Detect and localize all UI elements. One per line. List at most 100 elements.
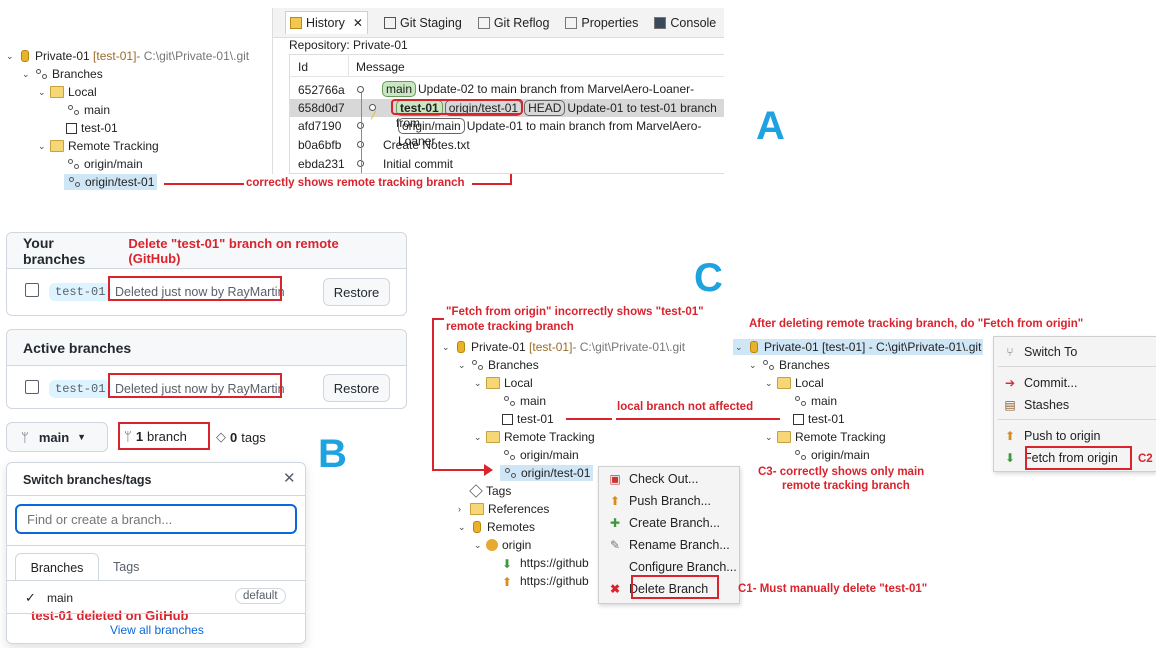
- find-branch-input[interactable]: [15, 504, 297, 534]
- branch-item-main[interactable]: main: [47, 591, 73, 605]
- repository-icon: [750, 341, 758, 353]
- close-icon[interactable]: ✕: [353, 16, 363, 30]
- menu-create-branch[interactable]: ✚ Create Branch...: [599, 512, 739, 534]
- col-message[interactable]: Message: [356, 60, 405, 74]
- tab-git-reflog[interactable]: Git Reflog: [477, 16, 549, 30]
- repository-label: Repository: Private-01: [289, 38, 408, 52]
- tree-c1-origin-test01[interactable]: origin/test-01: [500, 465, 594, 481]
- collapse-arrow-icon[interactable]: ⌄: [458, 522, 470, 533]
- branch-name[interactable]: test-01: [49, 283, 112, 301]
- tab-git-staging[interactable]: Git Staging: [383, 16, 462, 30]
- copy-icon[interactable]: [25, 283, 39, 297]
- tree-a-branches[interactable]: ⌄ Branches: [22, 67, 103, 81]
- tree-c1-fetch-url[interactable]: ⬇ https://github: [502, 556, 589, 571]
- tree-a-repo[interactable]: ⌄ Private-01 [test-01] - C:\git\Private-…: [6, 49, 249, 63]
- table-row[interactable]: b0a6bfb Create Notes.txt: [290, 136, 724, 154]
- tab-branches[interactable]: Branches: [15, 553, 99, 581]
- tree-c2-branches[interactable]: ⌄ Branches: [749, 358, 830, 372]
- tree-c1-remotes[interactable]: ⌄ Remotes: [458, 520, 535, 534]
- checked-out-branch-icon: [66, 122, 77, 134]
- view-all-branches-link[interactable]: View all branches: [110, 623, 204, 637]
- tree-c1-origin[interactable]: ⌄ origin: [474, 538, 531, 552]
- tree-c2-origin-main[interactable]: origin/main: [793, 448, 870, 462]
- collapse-arrow-icon[interactable]: ⌄: [474, 432, 486, 443]
- collapse-arrow-icon[interactable]: ⌄: [22, 69, 34, 80]
- branch-label: main: [84, 103, 111, 117]
- tree-c1-references[interactable]: › References: [458, 502, 549, 516]
- tree-a-test01[interactable]: test-01: [66, 121, 118, 135]
- branch-select-button[interactable]: ᛘ main ▼: [6, 422, 108, 452]
- tree-c2-remote-tracking[interactable]: ⌄ Remote Tracking: [765, 430, 886, 444]
- references-label: References: [488, 502, 550, 516]
- tree-a-remote-tracking[interactable]: ⌄ Remote Tracking: [38, 139, 159, 153]
- tag-count-link[interactable]: ◇ 0 tags: [216, 429, 266, 445]
- collapse-arrow-icon[interactable]: ⌄: [38, 141, 50, 152]
- annotation-c-after: After deleting remote tracking branch, d…: [749, 318, 1084, 330]
- collapse-arrow-icon[interactable]: ⌄: [474, 378, 486, 389]
- menu-rename-branch[interactable]: ✎ Rename Branch...: [599, 534, 739, 556]
- folder-icon: [777, 431, 791, 443]
- close-icon[interactable]: ✕: [283, 469, 296, 487]
- folder-icon: [486, 431, 500, 443]
- branch-name[interactable]: test-01: [49, 380, 112, 398]
- collapse-arrow-icon[interactable]: ⌄: [749, 360, 761, 371]
- annotation-arrow-line: [432, 469, 488, 471]
- col-id[interactable]: Id: [298, 60, 308, 74]
- menu-commit[interactable]: ➔ Commit...: [994, 372, 1156, 394]
- collapse-arrow-icon[interactable]: ⌄: [765, 432, 777, 443]
- tree-c1-origin-main[interactable]: origin/main: [502, 448, 579, 462]
- tree-c2-local[interactable]: ⌄ Local: [765, 376, 824, 390]
- push-icon: ⬆: [1004, 429, 1016, 443]
- table-row[interactable]: afd7190 origin/main Update-01 to main bra…: [290, 117, 724, 148]
- tree-c1-test01[interactable]: test-01: [502, 412, 554, 426]
- branch-icon: [66, 104, 80, 116]
- tree-c1-push-url[interactable]: ⬆ https://github: [502, 574, 589, 589]
- branch-label: test-01: [808, 412, 845, 426]
- collapse-arrow-icon[interactable]: ⌄: [458, 360, 470, 371]
- restore-button[interactable]: Restore: [323, 374, 390, 402]
- highlight-box: [391, 99, 523, 115]
- tab-console[interactable]: Console: [654, 16, 716, 30]
- tree-c2-test01[interactable]: test-01: [793, 412, 845, 426]
- menu-stashes[interactable]: ▤ Stashes: [994, 394, 1156, 416]
- collapse-arrow-icon[interactable]: ⌄: [765, 378, 777, 389]
- collapse-arrow-icon[interactable]: ⌄: [38, 87, 50, 98]
- collapse-arrow-icon[interactable]: ⌄: [735, 342, 747, 353]
- expand-arrow-icon[interactable]: ›: [458, 504, 470, 514]
- tab-properties[interactable]: Properties: [565, 16, 638, 30]
- menu-switch-to[interactable]: ⑂ Switch To: [994, 341, 1156, 363]
- menu-label: Check Out...: [629, 472, 699, 486]
- menu-push-branch[interactable]: ⬆ Push Branch...: [599, 490, 739, 512]
- origin-label: origin: [502, 538, 532, 552]
- repo-path: - C:\git\Private-01\.git: [572, 340, 686, 354]
- tree-a-origin-test01[interactable]: origin/test-01: [64, 174, 158, 190]
- tree-c2-repo[interactable]: ⌄ Private-01 [test-01] - C:\git\Private-0…: [733, 339, 984, 355]
- tree-c2-main[interactable]: main: [793, 394, 837, 408]
- tab-history[interactable]: History ✕: [285, 11, 368, 34]
- annotation-a: correctly shows remote tracking branch: [246, 177, 465, 189]
- collapse-arrow-icon[interactable]: ⌄: [442, 342, 454, 353]
- copy-icon[interactable]: [25, 380, 39, 394]
- menu-push-to-origin[interactable]: ⬆ Push to origin: [994, 425, 1156, 447]
- tree-c1-remote-tracking[interactable]: ⌄ Remote Tracking: [474, 430, 595, 444]
- tree-c1-branches[interactable]: ⌄ Branches: [458, 358, 539, 372]
- annotation-arrow-line: [472, 183, 512, 185]
- table-row[interactable]: 652766a main Update-02 to main branch fro…: [290, 81, 724, 111]
- tree-c1-main[interactable]: main: [502, 394, 546, 408]
- collapse-arrow-icon[interactable]: ⌄: [6, 51, 18, 62]
- tree-a-main[interactable]: main: [66, 103, 110, 117]
- tree-c1-local[interactable]: ⌄ Local: [474, 376, 533, 390]
- tree-a-origin-main[interactable]: origin/main: [66, 157, 143, 171]
- collapse-arrow-icon[interactable]: ⌄: [474, 540, 486, 551]
- restore-button[interactable]: Restore: [323, 278, 390, 306]
- commit-id: afd7190: [298, 119, 342, 133]
- tree-c1-repo[interactable]: ⌄ Private-01 [test-01] - C:\git\Private-…: [442, 340, 685, 354]
- tree-c1-tags[interactable]: Tags: [469, 484, 511, 498]
- annotation-arrow-line: [432, 318, 434, 470]
- menu-check-out[interactable]: ▣ Check Out...: [599, 468, 739, 490]
- checkout-icon: ▣: [609, 472, 621, 486]
- tree-a-local[interactable]: ⌄ Local: [38, 85, 97, 99]
- table-row[interactable]: ebda231 Initial commit: [290, 155, 724, 173]
- tab-label: Properties: [581, 15, 639, 30]
- tab-tags[interactable]: Tags: [113, 560, 139, 574]
